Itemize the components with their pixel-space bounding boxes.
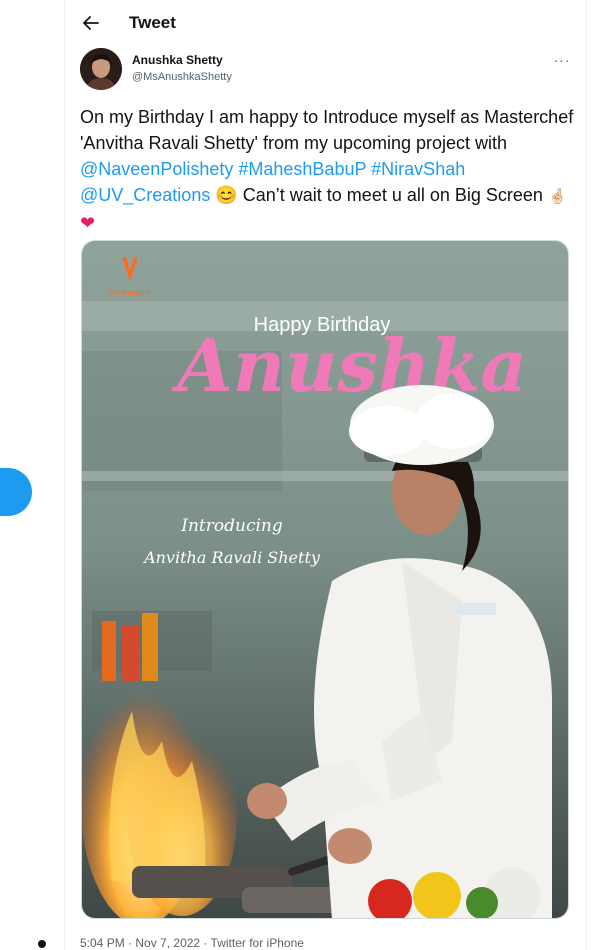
back-arrow-icon [83,16,99,30]
avatar[interactable] [80,48,122,90]
tweet-text-part: On my Birthday I am happy to Introduce m… [80,107,574,153]
right-divider [586,0,587,950]
account-menu-icon[interactable] [38,940,46,948]
mention-link[interactable]: @NaveenPolishety [80,159,233,179]
page-header: Tweet [65,0,586,46]
tweet-detail-column: Tweet Anushka Shetty @MsAnushkaShetty ··… [65,0,586,950]
separator: · [124,936,136,950]
compose-tweet-button[interactable] [0,468,32,516]
red-heart-icon: ❤ [80,213,96,233]
separator: · [200,936,211,950]
tweet-metadata: 5:04 PM · Nov 7, 2022 · Twitter for iPho… [80,936,304,950]
author-handle[interactable]: @MsAnushkaShetty [132,71,232,83]
tweet-text-part: Can’t wait to meet u all on Big Screen [237,185,548,205]
logo-text: UV creations [110,290,151,297]
hashtag-link[interactable]: #NiravShah [371,159,465,179]
page-title: Tweet [129,13,176,32]
crossed-fingers-icon: 🤞🏻 [547,188,567,205]
tweet-author: Anushka Shetty @MsAnushkaShetty ··· [65,46,586,98]
tweet-media-image[interactable]: UV creations Happy Birthday Anushka Intr… [81,240,569,919]
more-icon[interactable]: ··· [551,52,573,70]
mention-link[interactable]: @UV_Creations [80,185,210,205]
smiling-face-icon: 😊 [215,185,238,205]
hashtag-link[interactable]: #MaheshBabuP [238,159,366,179]
intro-line-1: Introducing [180,516,283,536]
tweet-text: On my Birthday I am happy to Introduce m… [80,104,580,236]
author-name[interactable]: Anushka Shetty [132,53,223,67]
intro-line-2: Anvitha Ravali Shetty [142,548,321,567]
left-navigation-rail [0,0,64,950]
name-script-text: Anushka [171,323,527,408]
tweet-source[interactable]: Twitter for iPhone [211,936,304,950]
tweet-time[interactable]: 5:04 PM [80,936,125,950]
tweet-date[interactable]: Nov 7, 2022 [135,936,200,950]
back-button[interactable] [77,9,105,37]
